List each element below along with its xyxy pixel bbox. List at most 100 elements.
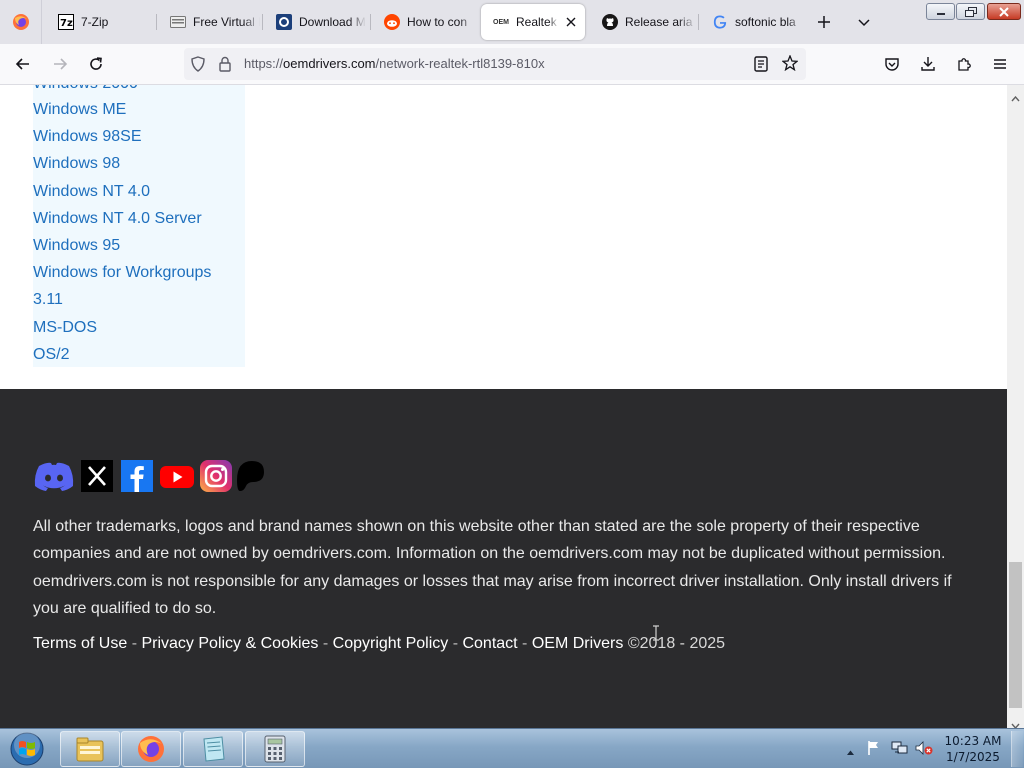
privacy-policy-link[interactable]: Privacy Policy & Cookies bbox=[141, 635, 318, 652]
taskbar-explorer-button[interactable] bbox=[60, 731, 120, 767]
copyright-policy-link[interactable]: Copyright Policy bbox=[333, 635, 449, 652]
os-link-windows-98[interactable]: Windows 98 bbox=[33, 155, 120, 173]
minimize-icon bbox=[936, 12, 945, 15]
firefox-icon bbox=[138, 736, 164, 762]
url-text[interactable]: https://oemdrivers.com/network-realtek-r… bbox=[244, 56, 545, 71]
google-icon bbox=[712, 14, 728, 30]
os-link-os2[interactable]: OS/2 bbox=[33, 346, 69, 364]
os-link-windows-2000[interactable]: Windows 2000 bbox=[33, 85, 138, 93]
pocket-button[interactable] bbox=[878, 50, 906, 78]
windows-orb-icon bbox=[10, 732, 44, 766]
action-center-flag-icon[interactable] bbox=[866, 740, 882, 761]
tab-7zip[interactable]: 7z 7-Zip bbox=[46, 4, 156, 40]
taskbar-notepad-button[interactable] bbox=[183, 731, 243, 767]
close-window-button[interactable] bbox=[987, 3, 1021, 20]
os-link-ms-dos[interactable]: MS-DOS bbox=[33, 319, 97, 337]
hamburger-menu-icon bbox=[994, 59, 1006, 69]
tab-reddit[interactable]: How to con bbox=[372, 4, 476, 40]
tab-title: Download M bbox=[299, 15, 366, 29]
scroll-up-arrow-icon[interactable] bbox=[1011, 89, 1020, 107]
tab-title: 7-Zip bbox=[81, 15, 109, 29]
contact-link[interactable]: Contact bbox=[462, 635, 517, 652]
close-tab-icon[interactable] bbox=[563, 14, 579, 30]
os-link-windows-for-workgroups[interactable]: Windows for Workgroups bbox=[33, 264, 211, 282]
back-arrow-icon bbox=[15, 58, 29, 70]
reader-view-icon[interactable] bbox=[754, 56, 768, 77]
tab-separator bbox=[156, 14, 157, 30]
downloads-button[interactable] bbox=[914, 50, 942, 78]
volume-muted-icon[interactable] bbox=[915, 740, 933, 761]
terms-of-use-link[interactable]: Terms of Use bbox=[33, 635, 127, 652]
patreon-icon[interactable] bbox=[236, 460, 266, 492]
scrollbar-thumb[interactable] bbox=[1009, 562, 1022, 708]
start-button[interactable] bbox=[6, 731, 48, 767]
show-desktop-button[interactable] bbox=[1011, 731, 1023, 767]
oem-drivers-home-link[interactable]: OEM Drivers bbox=[532, 635, 624, 652]
os-link-windows-me[interactable]: Windows ME bbox=[33, 101, 126, 119]
firefox-view-button[interactable] bbox=[0, 0, 42, 44]
instagram-icon[interactable] bbox=[200, 460, 232, 492]
os-link-windows-nt-4[interactable]: Windows NT 4.0 bbox=[33, 183, 150, 201]
reddit-icon bbox=[384, 14, 400, 30]
link-separator: - bbox=[517, 635, 532, 652]
os-link-windows-98se[interactable]: Windows 98SE bbox=[33, 128, 142, 146]
link-separator: - bbox=[448, 635, 463, 652]
restore-button[interactable] bbox=[956, 3, 985, 20]
minimize-button[interactable] bbox=[926, 3, 955, 20]
reload-button[interactable] bbox=[82, 50, 110, 78]
download-site-icon bbox=[276, 14, 292, 30]
network-icon[interactable] bbox=[891, 740, 909, 761]
tab-github[interactable]: Release aria bbox=[590, 4, 696, 40]
youtube-icon[interactable] bbox=[160, 460, 194, 492]
footer-disclaimer: All other trademarks, logos and brand na… bbox=[33, 518, 952, 617]
os-link-windows-95[interactable]: Windows 95 bbox=[33, 237, 120, 255]
tab-title: softonic bla bbox=[735, 15, 796, 29]
tab-title: Release aria bbox=[625, 15, 693, 29]
tab-realtek[interactable]: OEM Realtek R bbox=[481, 4, 585, 40]
url-host: oemdrivers.com bbox=[283, 56, 376, 71]
taskbar-calculator-button[interactable] bbox=[245, 731, 305, 767]
bookmark-star-icon[interactable] bbox=[781, 54, 799, 76]
forward-arrow-icon bbox=[54, 58, 68, 70]
tab-google[interactable]: softonic bla bbox=[700, 4, 804, 40]
url-prefix: https:// bbox=[244, 56, 284, 71]
tab-virtual-keyboard[interactable]: Free Virtual M bbox=[158, 4, 260, 40]
show-hidden-icons-arrow-icon[interactable] bbox=[846, 743, 855, 761]
tracking-protection-shield-icon[interactable] bbox=[190, 56, 206, 77]
close-icon bbox=[999, 6, 1009, 17]
svg-text:7z: 7z bbox=[60, 18, 73, 29]
footer-links: Terms of Use - Privacy Policy & Cookies … bbox=[33, 635, 725, 653]
os-link-windows-nt-4-server[interactable]: Windows NT 4.0 Server bbox=[33, 210, 202, 228]
virtual-keyboard-icon bbox=[170, 14, 186, 30]
navigation-toolbar: https://oemdrivers.com/network-realtek-r… bbox=[0, 44, 1024, 85]
firefox-icon bbox=[12, 14, 29, 30]
tab-separator bbox=[370, 14, 371, 30]
x-icon[interactable] bbox=[81, 460, 113, 492]
calculator-icon bbox=[264, 735, 286, 763]
link-separator: - bbox=[127, 635, 142, 652]
os-link-windows-for-workgroups-version[interactable]: 3.11 bbox=[33, 291, 63, 309]
vertical-scrollbar[interactable] bbox=[1007, 85, 1024, 730]
forward-button[interactable] bbox=[46, 50, 74, 78]
restore-icon bbox=[964, 6, 977, 17]
pocket-icon bbox=[885, 58, 899, 71]
list-all-tabs-button[interactable] bbox=[852, 10, 876, 34]
clock-time: 10:23 AM bbox=[944, 734, 1002, 748]
back-button[interactable] bbox=[9, 50, 37, 78]
notepad-icon bbox=[203, 736, 225, 762]
lock-icon[interactable] bbox=[218, 56, 232, 77]
7z-icon: 7z bbox=[58, 14, 74, 30]
new-tab-button[interactable] bbox=[812, 10, 836, 34]
tab-download[interactable]: Download M bbox=[264, 4, 366, 40]
system-clock[interactable]: 10:23 AM 1/7/2025 bbox=[940, 733, 1006, 765]
url-bar[interactable]: https://oemdrivers.com/network-realtek-r… bbox=[184, 48, 806, 80]
discord-icon[interactable] bbox=[33, 460, 75, 492]
plus-icon bbox=[818, 16, 830, 28]
app-menu-button[interactable] bbox=[986, 50, 1014, 78]
explorer-icon bbox=[76, 737, 104, 762]
tab-title: How to con bbox=[407, 15, 468, 29]
facebook-icon[interactable] bbox=[121, 460, 153, 492]
taskbar-firefox-button[interactable] bbox=[121, 731, 181, 767]
tab-title: Realtek R bbox=[516, 15, 559, 29]
extensions-button[interactable] bbox=[950, 50, 978, 78]
